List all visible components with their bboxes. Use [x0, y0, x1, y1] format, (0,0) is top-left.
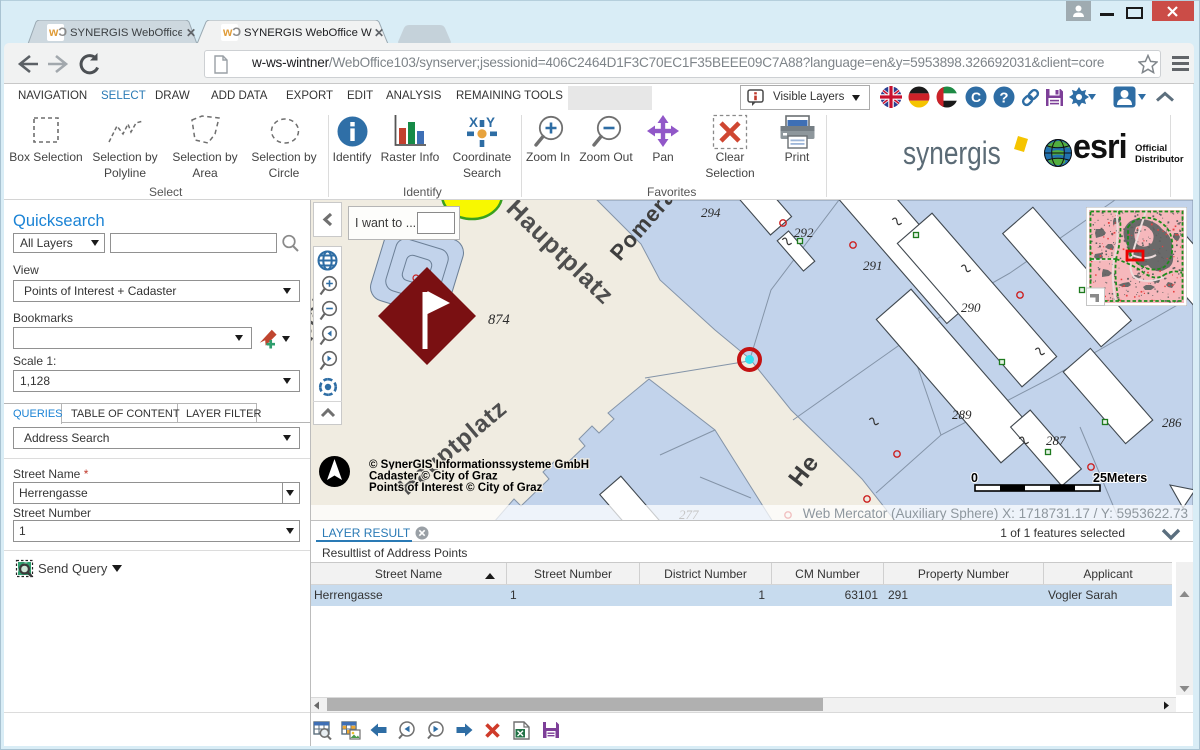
svg-text:?: ? — [999, 90, 1008, 107]
svg-text:0: 0 — [971, 471, 978, 485]
svg-text:286: 286 — [1162, 415, 1182, 430]
svg-text:C: C — [971, 89, 981, 105]
svg-text:Points of Interest © City of G: Points of Interest © City of Graz — [369, 482, 543, 494]
svg-text:294: 294 — [701, 205, 721, 220]
svg-text:289: 289 — [952, 407, 972, 422]
svg-text:Cadaster © City of Graz: Cadaster © City of Graz — [369, 471, 498, 483]
svg-text:X: X — [469, 115, 478, 130]
svg-text:291: 291 — [863, 258, 883, 273]
svg-text:874: 874 — [488, 312, 510, 328]
svg-text:© SynerGIS Informationssysteme: © SynerGIS Informationssysteme GmbH — [369, 459, 589, 471]
svg-text:292: 292 — [794, 225, 814, 240]
svg-text:Web Mercator (Auxiliary Sphere: Web Mercator (Auxiliary Sphere) X: 17187… — [803, 506, 1188, 521]
svg-text:Y: Y — [486, 115, 495, 130]
svg-text:25Meters: 25Meters — [1093, 471, 1147, 485]
svg-text:290: 290 — [961, 300, 981, 315]
svg-text:287: 287 — [1046, 433, 1066, 448]
